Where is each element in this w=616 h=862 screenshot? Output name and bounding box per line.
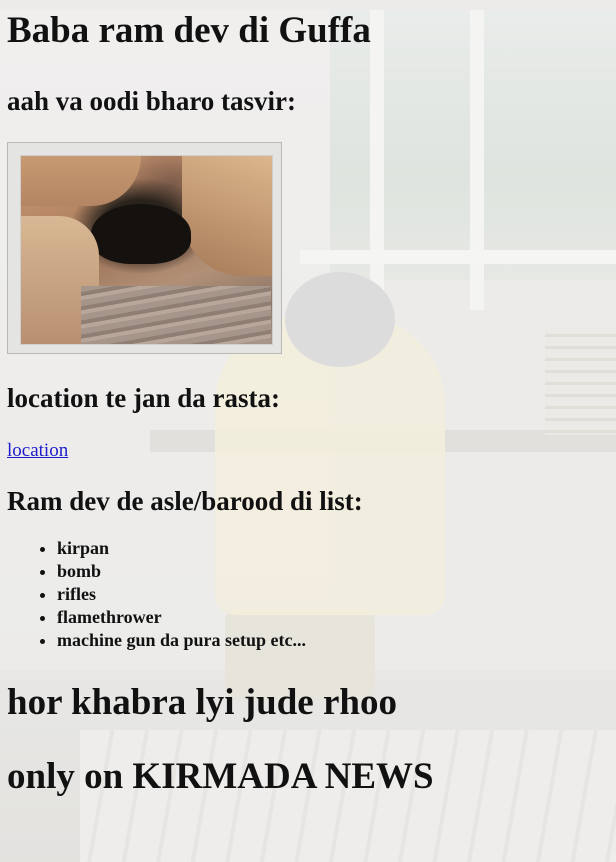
rock-shape [182,156,272,276]
rock-shape [21,156,141,206]
footer-line-2: only on KIRMADA NEWS [7,756,434,797]
rubble-floor [81,286,271,344]
location-heading: location te jan da rasta: [7,383,280,413]
weapons-heading: Ram dev de asle/barood di list: [7,486,363,516]
cave-photo-frame [7,142,282,354]
cave-opening [91,204,191,264]
photos-heading: aah va oodi bharo tasvir: [7,86,297,116]
cave-photo [20,155,273,345]
list-item: bomb [57,560,616,583]
footer-line-1: hor khabra lyi jude rhoo [7,682,397,723]
list-item: rifles [57,583,616,606]
location-link[interactable]: location [7,440,68,462]
list-item: kirpan [57,537,616,560]
list-item: machine gun da pura setup etc... [57,629,616,652]
page-content: Baba ram dev di Guffa aah va oodi bharo … [0,10,616,798]
weapons-list: kirpan bomb rifles flamethrower machine … [7,537,616,652]
page-title: Baba ram dev di Guffa [7,10,371,51]
list-item: flamethrower [57,606,616,629]
